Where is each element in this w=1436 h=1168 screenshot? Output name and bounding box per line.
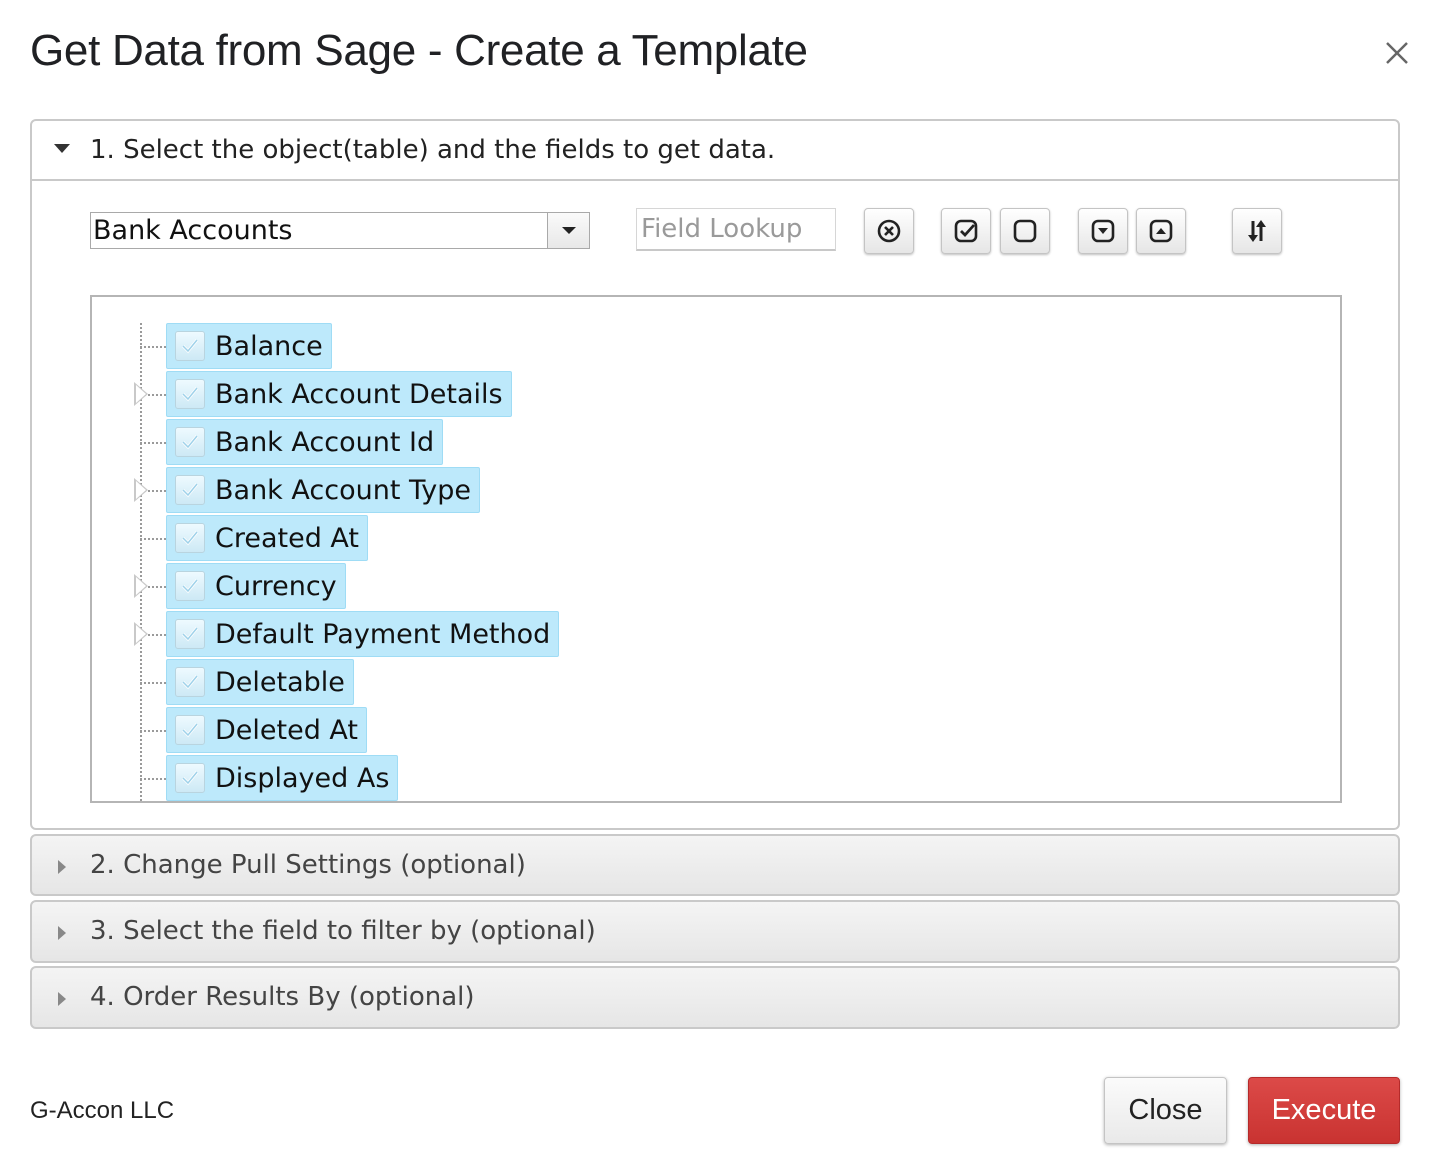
field-label: Deleted At bbox=[215, 714, 359, 746]
field-node[interactable]: Created At bbox=[166, 515, 369, 561]
checkbox-checked-icon[interactable] bbox=[175, 331, 205, 361]
field-label: Displayed As bbox=[215, 762, 390, 794]
field-node[interactable]: Bank Account Id bbox=[166, 419, 444, 465]
expand-arrow-icon[interactable] bbox=[134, 574, 148, 598]
field-label: Currency bbox=[215, 570, 337, 602]
section-4-label: 4. Order Results By (optional) bbox=[90, 982, 475, 1012]
field-tree[interactable]: Balance Bank Account Details Bank Account … bbox=[90, 295, 1342, 803]
dialog-title: Get Data from Sage - Create a Template bbox=[30, 26, 808, 75]
execute-button[interactable]: Execute bbox=[1248, 1077, 1400, 1144]
uncheck-all-button[interactable] bbox=[1000, 208, 1050, 254]
section-2-label: 2. Change Pull Settings (optional) bbox=[90, 850, 526, 880]
tree-connector bbox=[140, 682, 166, 684]
checkbox-checked-icon[interactable] bbox=[175, 571, 205, 601]
clear-button[interactable] bbox=[864, 208, 914, 254]
checkbox-checked-icon[interactable] bbox=[175, 715, 205, 745]
section-1-header[interactable]: 1. Select the object(table) and the fiel… bbox=[32, 121, 1398, 181]
tree-connector bbox=[140, 442, 166, 444]
field-node[interactable]: Balance bbox=[166, 323, 332, 369]
field-label: Created At bbox=[215, 522, 360, 554]
field-node[interactable]: Bank Account Details bbox=[166, 371, 512, 417]
collapse-all-icon bbox=[1149, 219, 1173, 243]
tree-connector bbox=[140, 538, 166, 540]
checkbox-checked-icon[interactable] bbox=[175, 523, 205, 553]
close-button[interactable]: Close bbox=[1104, 1077, 1227, 1144]
field-label: Bank Account Type bbox=[215, 474, 472, 506]
section-select-object-panel: 1. Select the object(table) and the fiel… bbox=[30, 119, 1400, 830]
clear-icon bbox=[877, 219, 901, 243]
check-all-icon bbox=[954, 219, 978, 243]
caret-down-icon bbox=[54, 144, 70, 153]
section-3-label: 3. Select the field to filter by (option… bbox=[90, 916, 596, 946]
expand-arrow-icon[interactable] bbox=[134, 478, 148, 502]
tree-connector bbox=[140, 346, 166, 348]
caret-right-icon bbox=[58, 992, 66, 1006]
uncheck-all-icon bbox=[1013, 219, 1037, 243]
field-node[interactable]: Deletable bbox=[166, 659, 354, 705]
object-select[interactable]: Bank Accounts bbox=[90, 212, 590, 249]
checkbox-checked-icon[interactable] bbox=[175, 427, 205, 457]
checkbox-checked-icon[interactable] bbox=[175, 475, 205, 505]
field-node[interactable]: Bank Account Type bbox=[166, 467, 481, 513]
field-lookup-input[interactable] bbox=[636, 208, 836, 251]
tree-connector bbox=[140, 730, 166, 732]
field-label: Bank Account Details bbox=[215, 378, 503, 410]
tree-connector bbox=[140, 778, 166, 780]
caret-right-icon bbox=[58, 860, 66, 874]
sort-icon bbox=[1248, 220, 1266, 242]
section-3-header[interactable]: 3. Select the field to filter by (option… bbox=[30, 900, 1400, 963]
caret-right-icon bbox=[58, 926, 66, 940]
field-label: Default Payment Method bbox=[215, 618, 551, 650]
dropdown-arrow-icon[interactable] bbox=[547, 213, 589, 248]
field-node[interactable]: Currency bbox=[166, 563, 346, 609]
sort-button[interactable] bbox=[1232, 208, 1282, 254]
field-node[interactable]: Default Payment Method bbox=[166, 611, 560, 657]
expand-all-button[interactable] bbox=[1078, 208, 1128, 254]
section-1-label: 1. Select the object(table) and the fiel… bbox=[90, 135, 776, 165]
field-node[interactable]: Displayed As bbox=[166, 755, 399, 801]
object-select-value: Bank Accounts bbox=[93, 215, 293, 246]
expand-arrow-icon[interactable] bbox=[134, 622, 148, 646]
checkbox-checked-icon[interactable] bbox=[175, 619, 205, 649]
field-label: Balance bbox=[215, 330, 323, 362]
collapse-all-button[interactable] bbox=[1136, 208, 1186, 254]
close-x-icon[interactable] bbox=[1378, 34, 1416, 72]
checkbox-checked-icon[interactable] bbox=[175, 763, 205, 793]
company-name: G-Accon LLC bbox=[30, 1097, 175, 1124]
field-label: Deletable bbox=[215, 666, 345, 698]
checkbox-checked-icon[interactable] bbox=[175, 379, 205, 409]
section-4-header[interactable]: 4. Order Results By (optional) bbox=[30, 966, 1400, 1029]
check-all-button[interactable] bbox=[941, 208, 991, 254]
expand-arrow-icon[interactable] bbox=[134, 382, 148, 406]
field-node[interactable]: Deleted At bbox=[166, 707, 368, 753]
checkbox-checked-icon[interactable] bbox=[175, 667, 205, 697]
field-label: Bank Account Id bbox=[215, 426, 435, 458]
section-2-header[interactable]: 2. Change Pull Settings (optional) bbox=[30, 834, 1400, 896]
expand-all-icon bbox=[1091, 219, 1115, 243]
